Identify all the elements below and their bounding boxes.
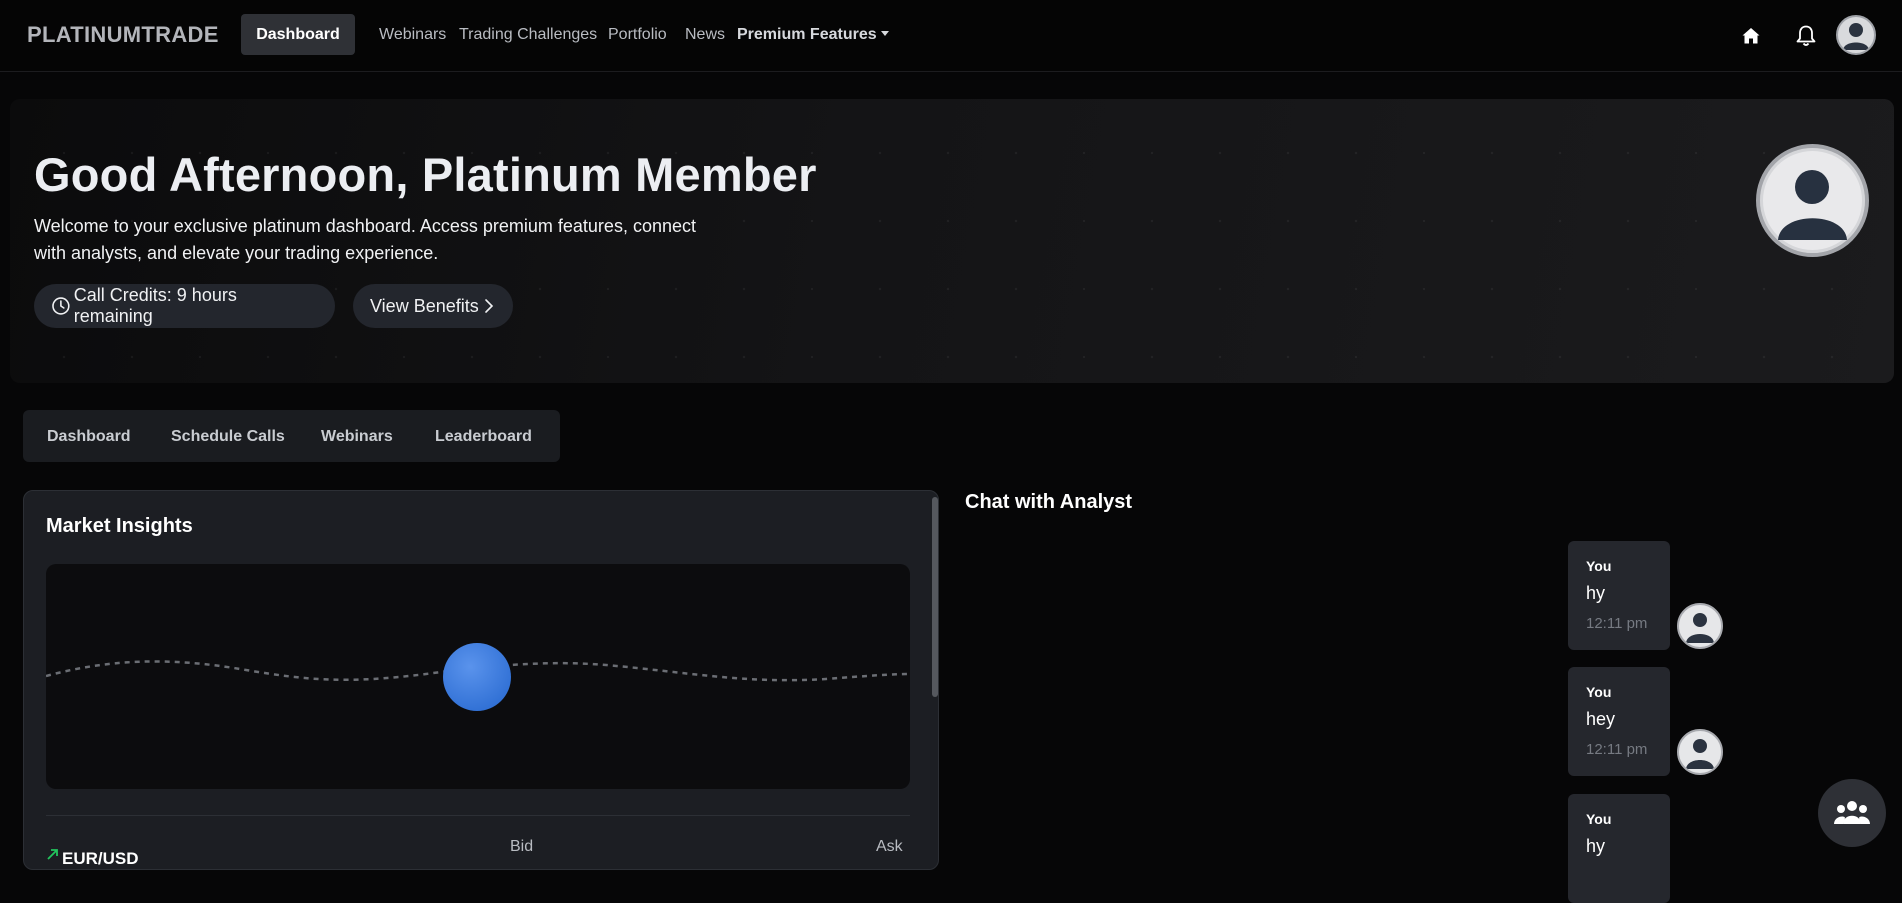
currency-pair-label: EUR/USD xyxy=(62,849,139,868)
chat-message: You hy xyxy=(1568,794,1670,903)
nav-link-portfolio[interactable]: Portfolio xyxy=(608,26,667,44)
chat-title: Chat with Analyst xyxy=(965,491,1133,513)
message-sender: You xyxy=(1586,811,1612,827)
nav-premium-features-dropdown[interactable]: Premium Features xyxy=(737,26,889,44)
welcome-text: Welcome to your exclusive platinum dashb… xyxy=(34,213,734,267)
call-credits-button[interactable]: Call Credits: 9 hours remaining xyxy=(34,284,335,328)
tab-webinars[interactable]: Webinars xyxy=(321,428,393,446)
market-insights-title: Market Insights xyxy=(46,515,193,537)
message-time: 12:11 pm xyxy=(1586,741,1648,758)
bid-label: Bid xyxy=(510,838,534,855)
premium-features-label: Premium Features xyxy=(737,26,877,43)
market-insights-card: Market Insights EUR/USD Bid Ask xyxy=(23,490,939,870)
nav-dashboard-button[interactable]: Dashboard xyxy=(241,14,355,55)
top-navbar: PLATINUMTRADE Dashboard Webinars Trading… xyxy=(0,0,1902,72)
tab-schedule-calls[interactable]: Schedule Calls xyxy=(171,428,285,446)
view-benefits-label: View Benefits xyxy=(370,295,479,316)
chat-message: You hy 12:11 pm xyxy=(1568,541,1670,650)
nav-link-trading-challenges[interactable]: Trading Challenges xyxy=(459,26,597,44)
market-scrollbar[interactable] xyxy=(932,497,938,697)
nav-link-webinars[interactable]: Webinars xyxy=(379,26,446,44)
caret-down-icon xyxy=(880,31,889,36)
market-chart-area xyxy=(46,564,910,789)
trend-up-icon xyxy=(47,849,58,860)
chat-avatar xyxy=(1677,729,1723,775)
nav-link-news[interactable]: News xyxy=(685,26,725,44)
tab-dashboard[interactable]: Dashboard xyxy=(47,428,131,446)
market-indicator-dot xyxy=(443,643,511,711)
chat-avatar xyxy=(1677,603,1723,649)
message-sender: You xyxy=(1586,558,1612,574)
section-tabs: Dashboard Schedule Calls Webinars Leader… xyxy=(23,410,560,462)
home-icon[interactable] xyxy=(1737,22,1765,50)
bell-icon[interactable] xyxy=(1792,22,1820,50)
clock-icon xyxy=(52,297,70,315)
welcome-hero-banner: Good Afternoon, Platinum Member Welcome … xyxy=(10,99,1894,383)
call-credits-label: Call Credits: 9 hours remaining xyxy=(73,285,237,326)
message-sender: You xyxy=(1586,684,1612,700)
message-text: hy xyxy=(1586,836,1606,856)
view-benefits-button[interactable]: View Benefits xyxy=(353,284,513,328)
community-users-icon[interactable] xyxy=(1818,779,1886,847)
chat-message: You hey 12:11 pm xyxy=(1568,667,1670,776)
message-time: 12:11 pm xyxy=(1586,615,1648,632)
message-text: hey xyxy=(1586,709,1616,729)
chevron-right-icon xyxy=(484,299,493,313)
user-avatar-icon[interactable] xyxy=(1836,15,1876,55)
hero-avatar xyxy=(1756,144,1869,257)
market-divider xyxy=(46,815,910,816)
ask-label: Ask xyxy=(876,838,903,855)
brand-logo[interactable]: PLATINUMTRADE xyxy=(27,22,219,48)
message-text: hy xyxy=(1586,583,1606,603)
welcome-text-line-1: Welcome to your exclusive platinum dashb… xyxy=(34,216,696,236)
tab-leaderboard[interactable]: Leaderboard xyxy=(435,428,532,446)
market-wave-line xyxy=(46,643,910,711)
greeting-heading: Good Afternoon, Platinum Member xyxy=(34,148,817,201)
welcome-text-line-2: with analysts, and elevate your trading … xyxy=(34,243,439,263)
